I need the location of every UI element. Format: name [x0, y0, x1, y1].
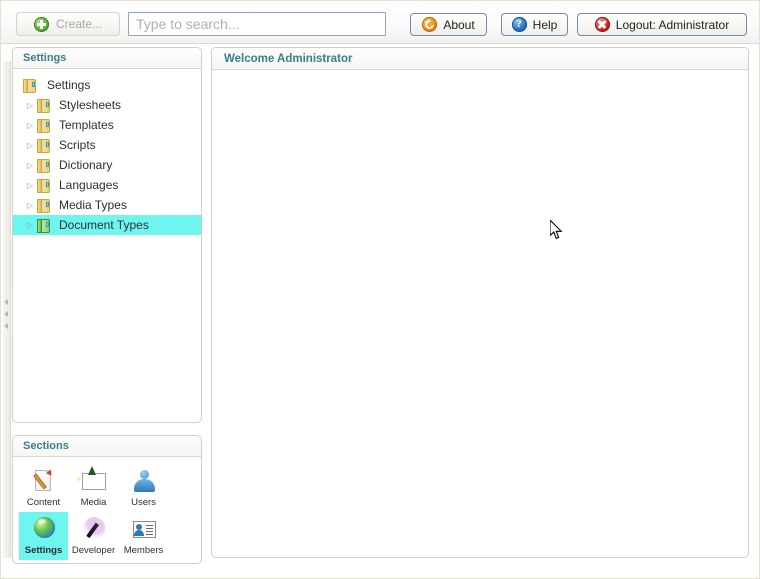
folder-yellow-icon — [37, 98, 51, 113]
logout-button[interactable]: Logout: Administrator — [577, 13, 747, 36]
main-content-panel: Welcome Administrator — [211, 47, 749, 558]
folder-yellow-icon — [37, 158, 51, 173]
section-item-label: Settings — [24, 545, 63, 556]
tree-item-templates[interactable]: ▷ Templates — [13, 115, 201, 135]
application-window: Create... About ? Help Logout: Administr… — [0, 0, 760, 579]
main-panel-header: Welcome Administrator — [212, 48, 748, 70]
tree-item-languages[interactable]: ▷ Languages — [13, 175, 201, 195]
tree-item-label: Templates — [59, 118, 114, 132]
expand-arrow-icon[interactable]: ▷ — [23, 221, 37, 230]
tree-item-stylesheets[interactable]: ▷ Stylesheets — [13, 95, 201, 115]
expand-arrow-icon[interactable]: ▷ — [23, 161, 37, 170]
settings-panel-header: Settings — [13, 48, 201, 69]
section-item-settings[interactable]: Settings — [19, 512, 68, 560]
member-card-icon — [130, 515, 158, 543]
folder-yellow-icon — [23, 78, 37, 93]
magic-wand-icon — [80, 515, 108, 543]
section-item-content[interactable]: Content — [19, 464, 68, 512]
triangle-left-icon — [4, 323, 8, 329]
sections-panel: Sections Content Media Users Settings Develo… — [12, 435, 202, 564]
section-item-label: Users — [131, 497, 156, 508]
sections-grid: Content Media Users Settings Developer Member… — [13, 457, 201, 560]
section-item-label: Content — [26, 497, 61, 508]
section-item-media[interactable]: Media — [69, 464, 118, 512]
create-button[interactable]: Create... — [16, 12, 120, 36]
section-item-label: Developer — [71, 545, 116, 556]
tree-item-scripts[interactable]: ▷ Scripts — [13, 135, 201, 155]
create-button-label: Create... — [55, 17, 103, 31]
folder-yellow-icon — [37, 178, 51, 193]
logout-button-label: Logout: Administrator — [615, 17, 730, 32]
page-pencil-icon — [30, 467, 58, 495]
about-button[interactable]: About — [410, 13, 487, 36]
triangle-left-icon — [4, 299, 8, 305]
expand-arrow-icon[interactable]: ▷ — [23, 181, 37, 190]
expand-arrow-icon[interactable]: ▷ — [23, 101, 37, 110]
tree-item-settings[interactable]: Settings — [13, 75, 201, 95]
expand-arrow-icon[interactable]: ▷ — [23, 121, 37, 130]
sections-panel-header: Sections — [13, 436, 201, 457]
help-button-label: Help — [532, 17, 558, 32]
search-input[interactable] — [128, 12, 386, 36]
tree-item-dictionary[interactable]: ▷ Dictionary — [13, 155, 201, 175]
help-button[interactable]: ? Help — [501, 13, 568, 36]
top-toolbar: Create... About ? Help Logout: Administr… — [1, 1, 759, 44]
tree-item-label: Scripts — [59, 138, 96, 152]
folder-yellow-icon — [37, 118, 51, 133]
plus-circle-green-icon — [33, 16, 49, 32]
section-item-members[interactable]: Members — [119, 512, 168, 560]
section-item-users[interactable]: Users — [119, 464, 168, 512]
sidebar-collapse-handle[interactable] — [3, 61, 11, 558]
section-item-label: Members — [123, 545, 164, 556]
picture-frame-icon — [76, 466, 108, 495]
tree-item-label: Settings — [47, 78, 91, 92]
folder-yellow-icon — [37, 198, 51, 213]
tree-item-label: Languages — [59, 178, 119, 192]
section-item-label: Media — [80, 497, 107, 508]
question-circle-blue-icon: ? — [511, 17, 527, 32]
tree-item-label: Dictionary — [59, 158, 113, 172]
globe-sphere-icon — [30, 515, 58, 543]
refresh-circle-orange-icon — [422, 17, 438, 32]
tree-item-label: Document Types — [59, 218, 149, 232]
tree-item-label: Stylesheets — [59, 98, 122, 112]
close-circle-red-icon — [594, 17, 610, 32]
section-item-developer[interactable]: Developer — [69, 512, 118, 560]
settings-tree-panel: Settings Settings ▷ Stylesheets ▷ Templates ▷… — [12, 47, 202, 423]
tree-item-media-types[interactable]: ▷ Media Types — [13, 195, 201, 215]
about-button-label: About — [443, 17, 475, 32]
folder-green-icon — [37, 218, 51, 233]
tree-item-label: Media Types — [59, 198, 127, 212]
tree-item-document-types[interactable]: ▷ Document Types — [13, 215, 201, 235]
person-bust-icon — [130, 467, 158, 495]
expand-arrow-icon[interactable]: ▷ — [23, 201, 37, 210]
folder-yellow-icon — [37, 138, 51, 153]
expand-arrow-icon[interactable]: ▷ — [23, 141, 37, 150]
settings-tree: Settings ▷ Stylesheets ▷ Templates ▷ Scripts ▷ D… — [13, 69, 201, 235]
triangle-left-icon — [4, 311, 8, 317]
